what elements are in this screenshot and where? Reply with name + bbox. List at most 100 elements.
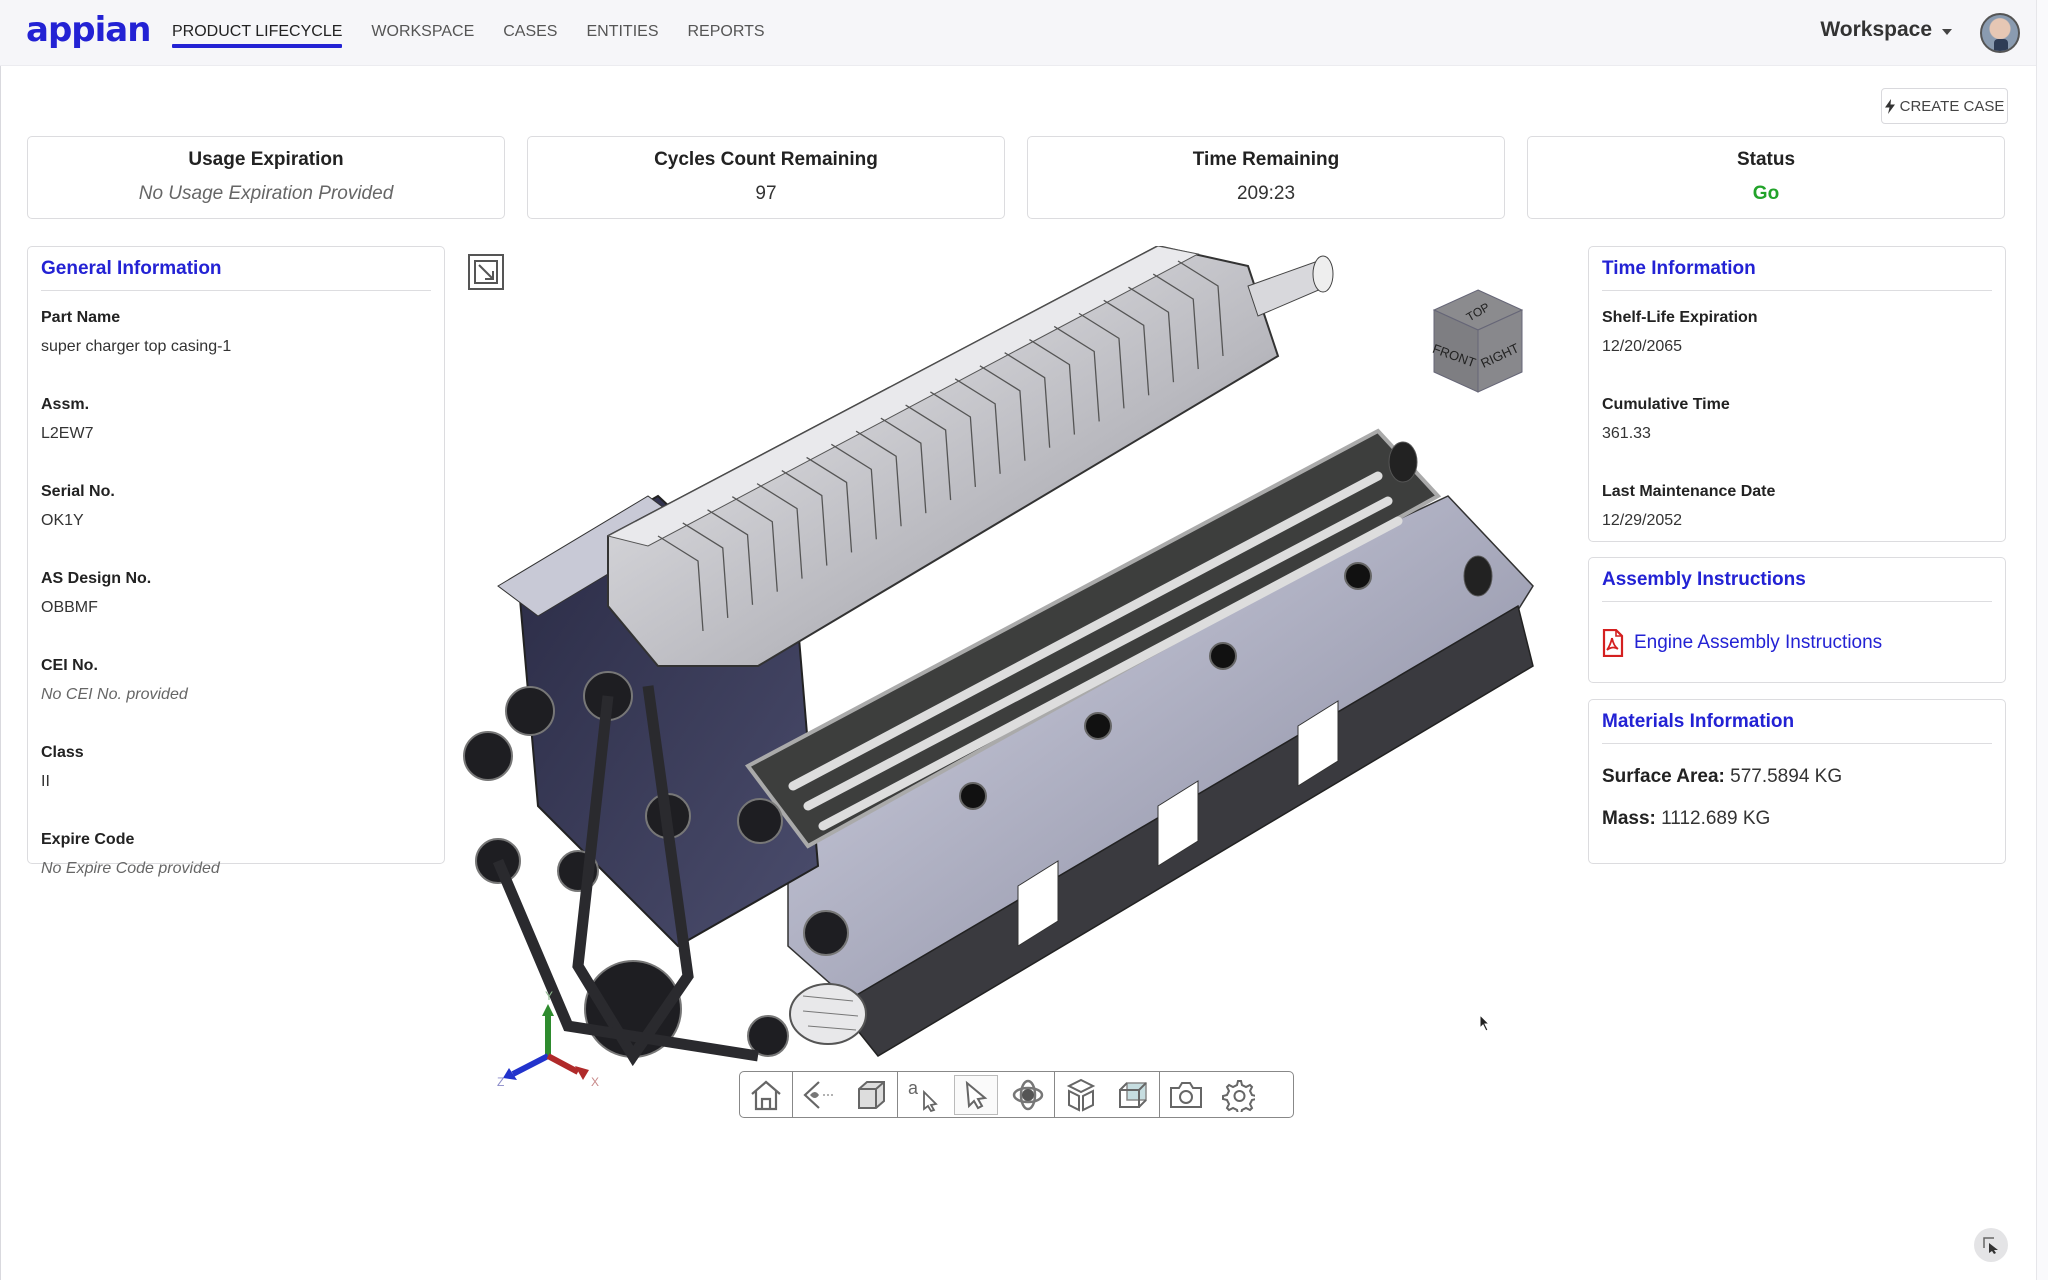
3d-model-viewer[interactable]: TOP FRONT RIGHT Y Z X [458, 246, 1568, 1126]
main-nav: PRODUCT LIFECYCLE WORKSPACE CASES ENTITI… [172, 0, 794, 66]
alternator [789, 983, 867, 1045]
viewer-toolbar: a [739, 1071, 1294, 1118]
kpi-title: Usage Expiration [188, 149, 344, 170]
annotation-select-icon: a [908, 1078, 938, 1112]
field-value: No CEI No. provided [41, 686, 188, 703]
snapshot-button[interactable] [1164, 1075, 1208, 1115]
pdf-icon [1602, 629, 1624, 657]
page-left-border [0, 0, 1, 1280]
field-label: Part Name [41, 309, 121, 326]
create-case-button[interactable]: CREATE CASE [1881, 88, 2008, 124]
field-label: Class [41, 744, 84, 761]
field-value: II [41, 773, 50, 790]
select-pointer-button[interactable] [954, 1074, 998, 1115]
field-value: 361.33 [1602, 425, 1651, 442]
field-label: Assm. [41, 396, 90, 413]
bolt-icon [1884, 98, 1895, 114]
field-shelf-life-expiration: Shelf-Life Expiration 12/20/2065 [1602, 309, 1992, 356]
card-title: Time Information [1602, 247, 1992, 291]
nav-tab-entities[interactable]: ENTITIES [586, 0, 658, 66]
field-value: L2EW7 [41, 425, 94, 442]
floating-select-button[interactable] [1974, 1228, 2008, 1262]
create-case-label: CREATE CASE [1899, 97, 2005, 115]
kpi-time-remaining: Time Remaining 209:23 [1027, 136, 1505, 219]
field-serial-no: Serial No. OK1Y [41, 483, 431, 530]
field-last-maintenance-date: Last Maintenance Date 12/29/2052 [1602, 483, 1992, 530]
engine-model[interactable] [458, 246, 1568, 1066]
kpi-title: Cycles Count Remaining [654, 149, 878, 170]
mass-label: Mass: [1602, 808, 1656, 829]
kpi-value: No Usage Expiration Provided [138, 183, 394, 204]
top-header: appian PRODUCT LIFECYCLE WORKSPACE CASES… [0, 0, 2036, 66]
assembly-instructions-card: Assembly Instructions Engine Assembly In… [1588, 557, 2006, 683]
kpi-status: Status Go [1527, 136, 2005, 219]
home-icon [751, 1080, 781, 1110]
status-badge: Go [1752, 183, 1780, 204]
nav-tab-reports[interactable]: REPORTS [688, 0, 765, 66]
field-part-name: Part Name super charger top casing-1 [41, 309, 431, 356]
field-label: AS Design No. [41, 570, 152, 587]
kpi-title: Status [1736, 149, 1796, 170]
card-title: Assembly Instructions [1602, 558, 1992, 602]
view-orientation-button[interactable] [797, 1075, 841, 1115]
field-label: Cumulative Time [1602, 396, 1730, 413]
page-scrollbar[interactable] [2036, 0, 2048, 1280]
field-value: OK1Y [41, 512, 84, 529]
toolbar-group-home [740, 1072, 793, 1117]
svg-text:a: a [908, 1078, 919, 1098]
camera-icon [1170, 1081, 1202, 1108]
mass-row: Mass: 1112.689 KG [1602, 808, 1992, 830]
settings-button[interactable] [1216, 1075, 1260, 1115]
x-axis-label: X [591, 1075, 599, 1086]
view-cube[interactable]: TOP FRONT RIGHT [1430, 286, 1526, 396]
field-cumulative-time: Cumulative Time 361.33 [1602, 396, 1992, 443]
engine-assembly-instructions-link[interactable]: Engine Assembly Instructions [1602, 629, 1992, 657]
section-box-icon [1119, 1081, 1147, 1108]
field-as-design-no: AS Design No. OBBMF [41, 570, 431, 617]
nav-tab-product-lifecycle[interactable]: PRODUCT LIFECYCLE [172, 0, 343, 66]
workspace-dropdown-label: Workspace [1820, 18, 1932, 41]
general-information-card: General Information Part Name super char… [27, 246, 445, 877]
mouse-cursor-icon [1479, 1014, 1491, 1032]
select-pointer-icon [965, 1080, 988, 1109]
nav-tab-cases[interactable]: CASES [503, 0, 557, 66]
explode-button[interactable] [1059, 1075, 1103, 1115]
surface-area-value: 577.5894 KG [1730, 766, 1843, 787]
user-avatar[interactable] [1980, 13, 2020, 53]
field-label: CEI No. [41, 657, 98, 674]
toolbar-group-model [1055, 1072, 1160, 1117]
kpi-usage-expiration: Usage Expiration No Usage Expiration Pro… [27, 136, 505, 219]
document-link-label: Engine Assembly Instructions [1634, 632, 1883, 653]
orbit-button[interactable] [1006, 1075, 1050, 1115]
home-button[interactable] [744, 1075, 788, 1115]
orbit-icon [1012, 1079, 1044, 1110]
y-axis-label: Y [545, 989, 553, 1003]
field-value: OBBMF [41, 599, 98, 616]
toolbar-group-view [793, 1072, 898, 1117]
field-label: Expire Code [41, 831, 135, 848]
workspace-dropdown[interactable]: Workspace [1820, 18, 1952, 42]
standard-views-button[interactable] [849, 1075, 893, 1115]
nav-tab-workspace[interactable]: WORKSPACE [371, 0, 474, 66]
field-expire-code: Expire Code No Expire Code provided [41, 831, 431, 878]
field-assm: Assm. L2EW7 [41, 396, 431, 443]
field-label: Last Maintenance Date [1602, 483, 1776, 500]
materials-information-card: Materials Information Surface Area: 577.… [1588, 699, 2006, 864]
appian-logo[interactable]: appian [26, 10, 151, 50]
field-class: Class II [41, 744, 431, 791]
field-value: 12/29/2052 [1602, 512, 1683, 529]
eye-view-icon [803, 1080, 835, 1109]
field-value: super charger top casing-1 [41, 338, 232, 355]
surface-area-label: Surface Area: [1602, 766, 1725, 787]
mass-value: 1112.689 KG [1661, 808, 1771, 829]
chevron-down-icon [1942, 28, 1952, 35]
annotation-select-button[interactable]: a [902, 1075, 946, 1115]
select-area-icon [1983, 1237, 1998, 1254]
section-box-button[interactable] [1111, 1075, 1155, 1115]
cube-view-icon [858, 1080, 885, 1109]
kpi-title: Time Remaining [1192, 149, 1340, 170]
y-axis-arrow [542, 1004, 554, 1016]
card-title: Materials Information [1602, 700, 1992, 744]
field-cei-no: CEI No. No CEI No. provided [41, 657, 431, 704]
explode-icon [1066, 1078, 1096, 1112]
